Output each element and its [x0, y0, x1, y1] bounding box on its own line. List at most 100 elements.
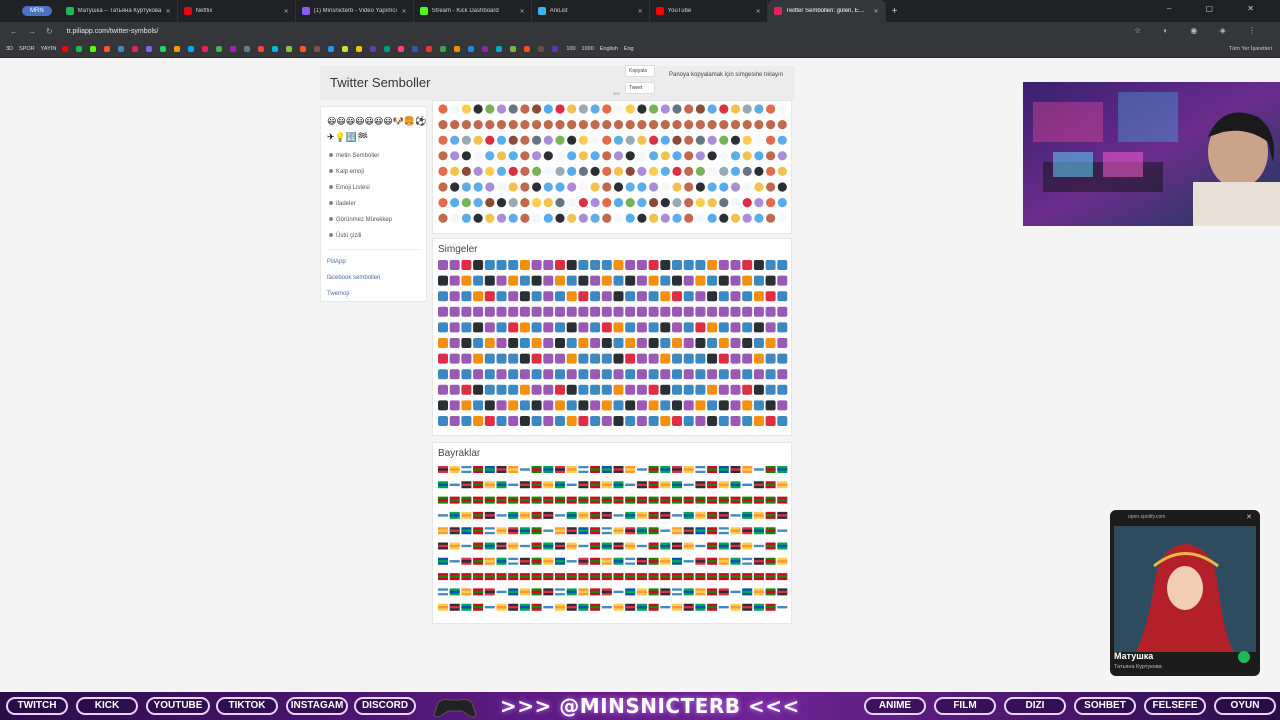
symbol-emoji[interactable]	[637, 151, 647, 161]
link-twemoji[interactable]: Twemoji	[327, 291, 349, 297]
symbol-emoji[interactable]	[719, 151, 729, 161]
flag-grid[interactable]	[437, 461, 789, 621]
symbol-emoji[interactable]	[496, 291, 507, 302]
symbol-emoji[interactable]	[777, 166, 787, 176]
symbol-emoji[interactable]	[473, 166, 483, 176]
browser-tab[interactable]: (1) Minsnicterb - Video Yapımcı ✕	[296, 0, 414, 22]
symbol-emoji[interactable]	[730, 104, 741, 114]
symbol-emoji[interactable]	[438, 353, 448, 364]
symbol-emoji[interactable]	[590, 322, 601, 333]
symbol-emoji[interactable]	[566, 275, 577, 286]
symbol-emoji[interactable]	[461, 275, 472, 286]
symbol-emoji[interactable]	[636, 260, 647, 270]
symbol-emoji[interactable]	[449, 353, 460, 364]
symbol-emoji[interactable]	[438, 338, 448, 348]
symbol-emoji[interactable]	[695, 306, 706, 317]
symbol-emoji[interactable]	[438, 416, 448, 426]
symbol-emoji[interactable]	[613, 104, 624, 114]
symbol-emoji[interactable]	[438, 120, 448, 130]
symbol-emoji[interactable]	[590, 213, 600, 223]
symbol-emoji[interactable]	[496, 353, 507, 364]
symbol-emoji[interactable]	[742, 369, 753, 380]
symbol-emoji[interactable]	[590, 275, 601, 286]
symbol-emoji[interactable]	[777, 275, 788, 286]
symbol-emoji[interactable]	[684, 182, 694, 192]
symbol-emoji[interactable]	[496, 166, 507, 176]
symbol-emoji[interactable]	[590, 260, 601, 270]
symbol-emoji[interactable]	[719, 166, 729, 176]
symbol-emoji[interactable]	[777, 353, 788, 364]
footer-button-instagam[interactable]: INSTAGAM	[286, 697, 348, 715]
symbol-emoji[interactable]	[730, 384, 741, 395]
symbol-emoji[interactable]	[531, 338, 542, 348]
symbol-emoji[interactable]	[683, 384, 694, 395]
symbol-emoji[interactable]	[555, 353, 565, 364]
symbol-emoji[interactable]	[777, 306, 788, 317]
symbol-emoji[interactable]	[766, 120, 776, 130]
symbol-emoji[interactable]	[461, 384, 472, 395]
symbol-emoji[interactable]	[461, 182, 471, 192]
bookmark-icon[interactable]	[426, 46, 434, 52]
symbol-emoji[interactable]	[496, 369, 507, 380]
symbol-emoji[interactable]	[730, 306, 741, 317]
bookmark-icon[interactable]	[370, 46, 378, 52]
symbol-emoji[interactable]	[567, 213, 577, 223]
symbol-emoji[interactable]	[718, 322, 729, 333]
symbol-emoji[interactable]	[531, 416, 542, 426]
symbol-emoji[interactable]	[707, 369, 718, 380]
symbol-emoji[interactable]	[660, 322, 671, 333]
symbol-emoji[interactable]	[695, 182, 705, 192]
symbol-emoji[interactable]	[777, 135, 787, 145]
symbol-emoji[interactable]	[508, 135, 518, 145]
symbol-emoji[interactable]	[578, 384, 589, 395]
symbol-emoji[interactable]	[438, 166, 448, 176]
symbol-emoji[interactable]	[590, 369, 601, 380]
symbol-emoji[interactable]	[438, 291, 448, 302]
symbol-emoji[interactable]	[438, 104, 448, 114]
symbol-emoji[interactable]	[438, 275, 448, 286]
symbol-emoji[interactable]	[765, 322, 776, 333]
symbol-emoji[interactable]	[637, 213, 647, 223]
symbol-emoji[interactable]	[555, 306, 565, 317]
symbol-emoji[interactable]	[625, 338, 636, 348]
symbol-emoji[interactable]	[718, 306, 729, 317]
symbol-emoji[interactable]	[613, 338, 624, 348]
symbol-emoji[interactable]	[578, 400, 589, 411]
symbol-emoji[interactable]	[519, 322, 530, 333]
symbol-emoji[interactable]	[555, 166, 565, 176]
bookmark-icon[interactable]	[244, 46, 252, 52]
reload-icon[interactable]: ↻	[46, 27, 53, 36]
symbol-emoji[interactable]	[730, 135, 741, 145]
symbol-emoji[interactable]	[485, 198, 495, 208]
symbol-emoji[interactable]	[683, 416, 694, 426]
symbol-emoji[interactable]	[532, 151, 542, 161]
symbol-emoji[interactable]	[649, 135, 659, 145]
symbol-emoji[interactable]	[543, 182, 553, 192]
symbol-emoji[interactable]	[636, 306, 647, 317]
symbol-emoji[interactable]	[672, 416, 682, 426]
symbol-emoji[interactable]	[566, 353, 577, 364]
category-emojis[interactable]: 😃😃😃😃😃😃😃🐶🍔⚽✈💡🔣🏁	[327, 113, 427, 145]
symbol-emoji[interactable]	[543, 353, 554, 364]
symbol-emoji[interactable]	[508, 182, 518, 192]
footer-button-kick[interactable]: KICK	[76, 697, 138, 715]
symbol-emoji[interactable]	[590, 306, 601, 317]
symbol-emoji[interactable]	[566, 322, 577, 333]
symbol-emoji[interactable]	[578, 120, 588, 130]
symbol-emoji[interactable]	[742, 104, 752, 114]
symbol-emoji[interactable]	[707, 275, 718, 286]
symbol-emoji[interactable]	[718, 291, 729, 302]
bookmark-icon[interactable]	[454, 46, 462, 52]
symbol-emoji[interactable]	[438, 182, 448, 192]
symbol-emoji[interactable]	[449, 369, 460, 380]
symbol-emoji[interactable]	[648, 275, 659, 286]
symbol-emoji[interactable]	[484, 260, 495, 270]
symbol-emoji[interactable]	[566, 306, 577, 317]
bookmark-item[interactable]: 3D	[6, 46, 13, 52]
symbol-emoji[interactable]	[601, 260, 612, 270]
symbol-emoji[interactable]	[718, 416, 729, 426]
symbol-emoji[interactable]	[753, 260, 764, 270]
symbol-emoji[interactable]	[531, 275, 542, 286]
symbol-emoji[interactable]	[683, 322, 694, 333]
symbol-emoji[interactable]	[730, 213, 741, 223]
